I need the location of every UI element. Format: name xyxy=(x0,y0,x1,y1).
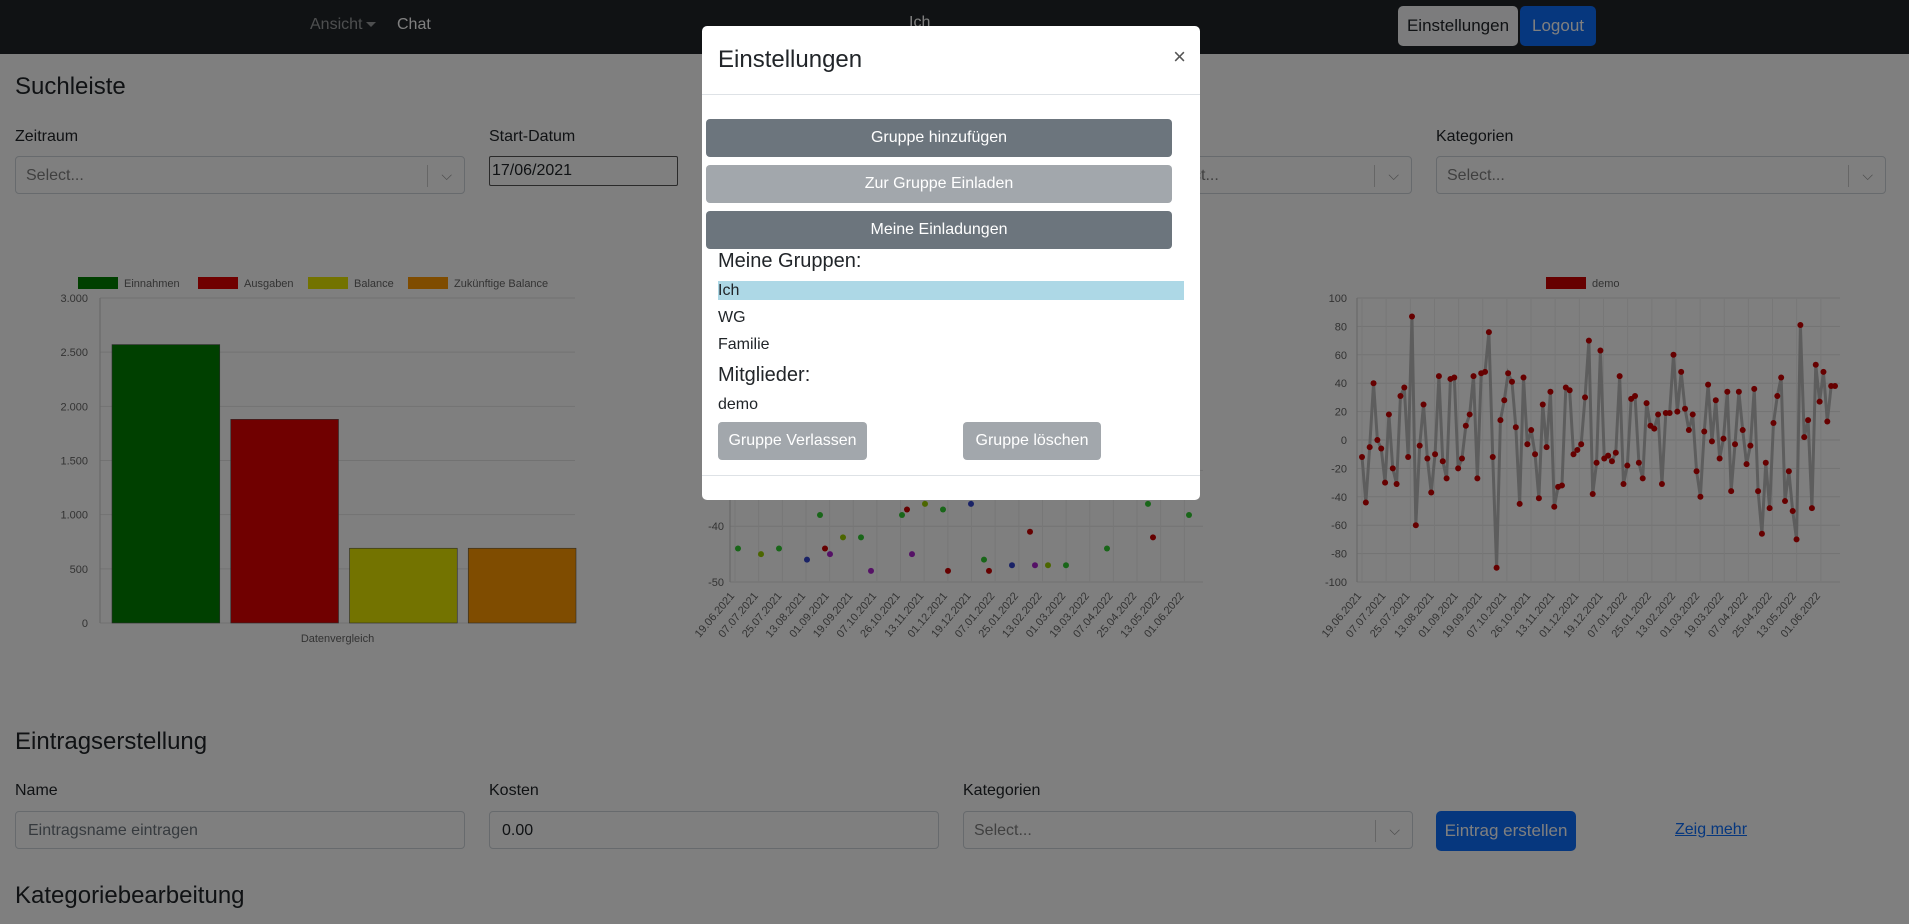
modal-title: Einstellungen xyxy=(718,46,863,73)
member-item: demo xyxy=(718,396,759,413)
group-item-selected[interactable]: Ich xyxy=(718,281,1184,300)
delete-group-button[interactable]: Gruppe löschen xyxy=(963,422,1101,460)
group-item[interactable]: WG xyxy=(718,309,746,327)
group-item[interactable]: Familie xyxy=(718,336,770,354)
my-invitations-button[interactable]: Meine Einladungen xyxy=(706,211,1172,249)
modal-header: Einstellungen × xyxy=(702,26,1200,95)
close-icon[interactable]: × xyxy=(1173,44,1186,70)
leave-group-button[interactable]: Gruppe Verlassen xyxy=(718,422,867,460)
my-groups-heading: Meine Gruppen: xyxy=(718,250,862,272)
members-heading: Mitglieder: xyxy=(718,364,811,386)
invite-group-button[interactable]: Zur Gruppe Einladen xyxy=(706,165,1172,203)
add-group-button[interactable]: Gruppe hinzufügen xyxy=(706,119,1172,157)
settings-modal: Einstellungen × Gruppe hinzufügen Zur Gr… xyxy=(702,26,1200,500)
modal-footer-divider xyxy=(702,475,1200,476)
